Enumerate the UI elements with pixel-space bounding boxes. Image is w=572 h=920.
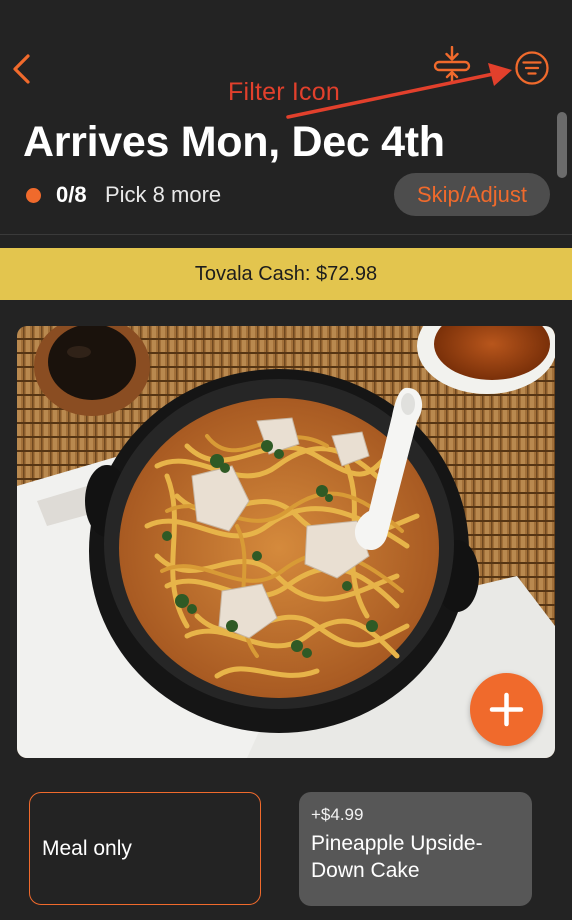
option-dessert-addon[interactable]: +$4.99 Pineapple Upside-Down Cake xyxy=(299,792,532,906)
tovala-cash-text: Tovala Cash: $72.98 xyxy=(194,262,378,285)
addon-price: +$4.99 xyxy=(311,805,364,824)
status-dot xyxy=(26,188,41,203)
add-meal-button[interactable] xyxy=(470,673,543,746)
pick-more-text: Pick 8 more xyxy=(105,182,222,207)
import-button[interactable] xyxy=(432,45,472,84)
scrollbar[interactable] xyxy=(557,112,567,178)
divider xyxy=(0,234,572,235)
page-title: Arrives Mon, Dec 4th xyxy=(23,118,445,166)
annotation-label: Filter Icon xyxy=(228,78,340,106)
tovala-cash-banner: Tovala Cash: $72.98 xyxy=(0,248,572,300)
chevron-left-icon xyxy=(13,54,30,84)
plus-icon xyxy=(489,692,524,727)
option-meal-only[interactable]: Meal only xyxy=(29,792,261,905)
option-meal-only-label: Meal only xyxy=(42,836,132,860)
import-icon xyxy=(433,45,471,84)
filter-button[interactable] xyxy=(514,50,550,86)
filter-icon xyxy=(515,51,549,85)
addon-name: Pineapple Upside-Down Cake xyxy=(311,832,483,882)
selection-count: 0/8 xyxy=(56,182,87,207)
skip-adjust-button[interactable]: Skip/Adjust xyxy=(394,173,550,216)
back-button[interactable] xyxy=(8,52,36,86)
